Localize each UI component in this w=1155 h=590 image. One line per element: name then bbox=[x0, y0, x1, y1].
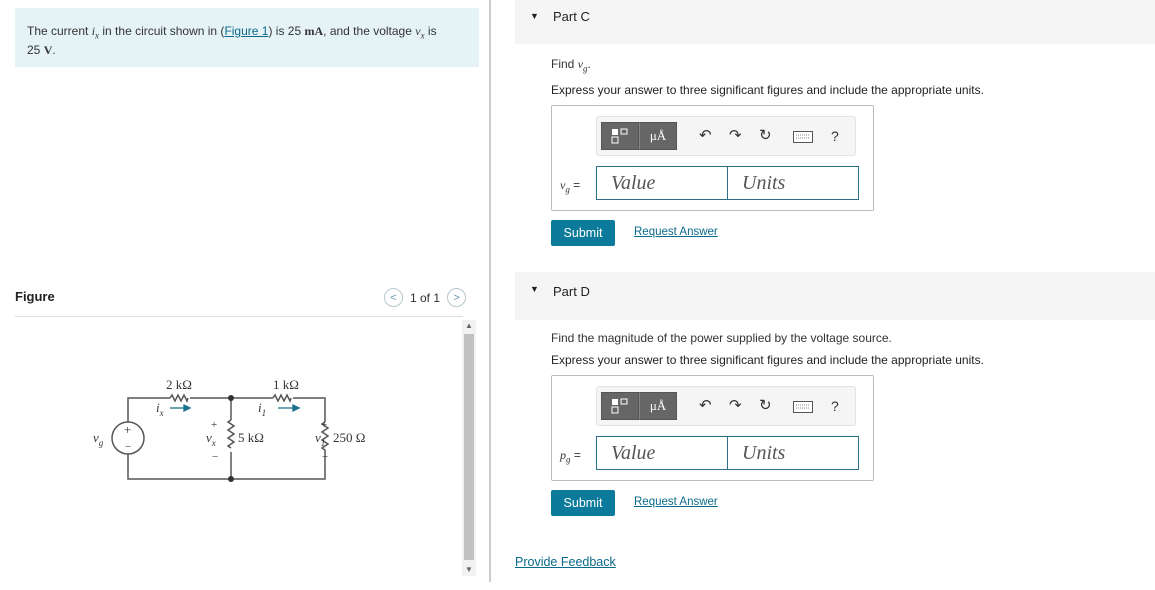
figure-divider bbox=[15, 316, 463, 317]
part-d-instruction: Express your answer to three significant… bbox=[551, 353, 984, 367]
chevron-right-icon: > bbox=[453, 291, 460, 304]
figure-link[interactable]: Figure 1 bbox=[224, 24, 268, 38]
vx-label: vx bbox=[206, 430, 216, 448]
scroll-up-arrow-icon[interactable]: ▲ bbox=[462, 320, 476, 332]
part-d-units-input[interactable]: Units bbox=[727, 436, 859, 470]
problem-statement: The current ix in the circuit shown in (… bbox=[15, 8, 479, 67]
template-button[interactable] bbox=[601, 122, 639, 150]
column-divider bbox=[489, 0, 491, 582]
voltage-symbol: vx bbox=[415, 24, 425, 41]
problem-text: The current bbox=[27, 24, 92, 38]
provide-feedback-link[interactable]: Provide Feedback bbox=[515, 555, 616, 569]
problem-text: in the circuit shown in ( bbox=[99, 24, 225, 38]
chevron-left-icon: < bbox=[390, 291, 397, 304]
part-c-header[interactable]: ▼ Part C bbox=[515, 0, 1155, 44]
part-c-request-answer-link[interactable]: Request Answer bbox=[634, 226, 718, 238]
node-dot bbox=[228, 476, 234, 482]
source-label: vg bbox=[93, 430, 104, 448]
part-d-prompt: Find the magnitude of the power supplied… bbox=[551, 331, 892, 345]
current-unit: mA bbox=[304, 24, 324, 38]
wire bbox=[127, 397, 170, 422]
part-d-header[interactable]: ▼ Part D bbox=[515, 272, 1155, 320]
source-plus: + bbox=[124, 422, 131, 437]
part-d-submit-button[interactable]: Submit bbox=[551, 490, 615, 516]
scroll-thumb[interactable] bbox=[464, 334, 474, 560]
wire bbox=[127, 454, 326, 480]
part-d-value-input[interactable]: Value bbox=[596, 436, 728, 470]
i1-arrowhead bbox=[292, 403, 301, 413]
part-c-answer-label: vg = bbox=[560, 178, 581, 195]
next-figure-button[interactable]: > bbox=[447, 288, 467, 307]
part-c-submit-button[interactable]: Submit bbox=[551, 220, 615, 246]
ix-arrowhead bbox=[183, 403, 192, 413]
help-icon[interactable]: ? bbox=[831, 127, 839, 145]
r3-label: 5 kΩ bbox=[238, 430, 264, 445]
node-dot bbox=[228, 395, 234, 401]
template-button[interactable] bbox=[601, 392, 639, 420]
part-c-toolbar: μÅ ↶ ↷ ↻ ? bbox=[596, 116, 856, 156]
r1-label: 2 kΩ bbox=[166, 377, 192, 392]
part-d-title: Part D bbox=[553, 284, 590, 299]
keyboard-icon[interactable] bbox=[793, 401, 813, 413]
circuit-diagram: + − vg 2 kΩ 1 kΩ 5 kΩ 250 Ω ix i1 + vx −… bbox=[93, 377, 365, 482]
part-c-prompt: Find vg. bbox=[551, 57, 591, 74]
ix-label: ix bbox=[156, 400, 164, 418]
prev-figure-button[interactable]: < bbox=[384, 288, 403, 307]
v1-minus: − bbox=[322, 451, 328, 463]
source-minus: − bbox=[125, 441, 131, 453]
figure-count: 1 of 1 bbox=[410, 290, 441, 305]
units-button[interactable]: μÅ bbox=[639, 122, 677, 150]
resistor-2k bbox=[169, 393, 189, 403]
resistor-1k bbox=[272, 393, 292, 403]
part-d-toolbar: μÅ ↶ ↷ ↻ ? bbox=[596, 386, 856, 426]
figure-title: Figure bbox=[15, 289, 55, 304]
problem-text: is bbox=[424, 24, 437, 38]
part-d-answer-box: μÅ ↶ ↷ ↻ ? pg = Value Units bbox=[551, 375, 874, 481]
reset-icon[interactable]: ↻ bbox=[759, 397, 772, 415]
part-c-title: Part C bbox=[553, 9, 590, 24]
figure-scrollbar[interactable]: ▲ ▼ bbox=[462, 320, 476, 576]
r2-label: 1 kΩ bbox=[273, 377, 299, 392]
redo-icon[interactable]: ↷ bbox=[729, 127, 742, 145]
problem-text: . bbox=[52, 43, 56, 58]
reset-icon[interactable]: ↻ bbox=[759, 127, 772, 145]
v1-plus: + bbox=[321, 419, 327, 431]
i1-label: i1 bbox=[258, 400, 266, 418]
part-d-request-answer-link[interactable]: Request Answer bbox=[634, 496, 718, 508]
undo-icon[interactable]: ↶ bbox=[699, 127, 712, 145]
help-icon[interactable]: ? bbox=[831, 397, 839, 415]
caret-down-icon: ▼ bbox=[530, 11, 539, 21]
redo-icon[interactable]: ↷ bbox=[729, 397, 742, 415]
problem-text: 25 bbox=[27, 43, 44, 58]
problem-text: , and the voltage bbox=[323, 24, 416, 38]
part-c-answer-box: μÅ ↶ ↷ ↻ ? vg = Value Units bbox=[551, 105, 874, 211]
part-d-answer-label: pg = bbox=[560, 448, 581, 465]
caret-down-icon: ▼ bbox=[530, 284, 539, 294]
part-c-units-input[interactable]: Units bbox=[727, 166, 859, 200]
r4-label: 250 Ω bbox=[333, 430, 365, 445]
current-symbol: ix bbox=[91, 24, 100, 41]
units-button[interactable]: μÅ bbox=[639, 392, 677, 420]
figure-pager: < 1 of 1 > bbox=[384, 288, 467, 307]
scroll-down-arrow-icon[interactable]: ▼ bbox=[462, 564, 476, 576]
problem-text: ) is 25 bbox=[268, 24, 305, 38]
part-c-value-input[interactable]: Value bbox=[596, 166, 728, 200]
fraction-template-icon bbox=[611, 128, 628, 144]
fraction-template-icon bbox=[611, 398, 628, 414]
keyboard-icon[interactable] bbox=[793, 131, 813, 143]
resistor-5k bbox=[226, 419, 236, 449]
vx-plus: + bbox=[211, 419, 217, 431]
undo-icon[interactable]: ↶ bbox=[699, 397, 712, 415]
part-c-instruction: Express your answer to three significant… bbox=[551, 83, 984, 97]
vx-minus: − bbox=[212, 451, 218, 463]
